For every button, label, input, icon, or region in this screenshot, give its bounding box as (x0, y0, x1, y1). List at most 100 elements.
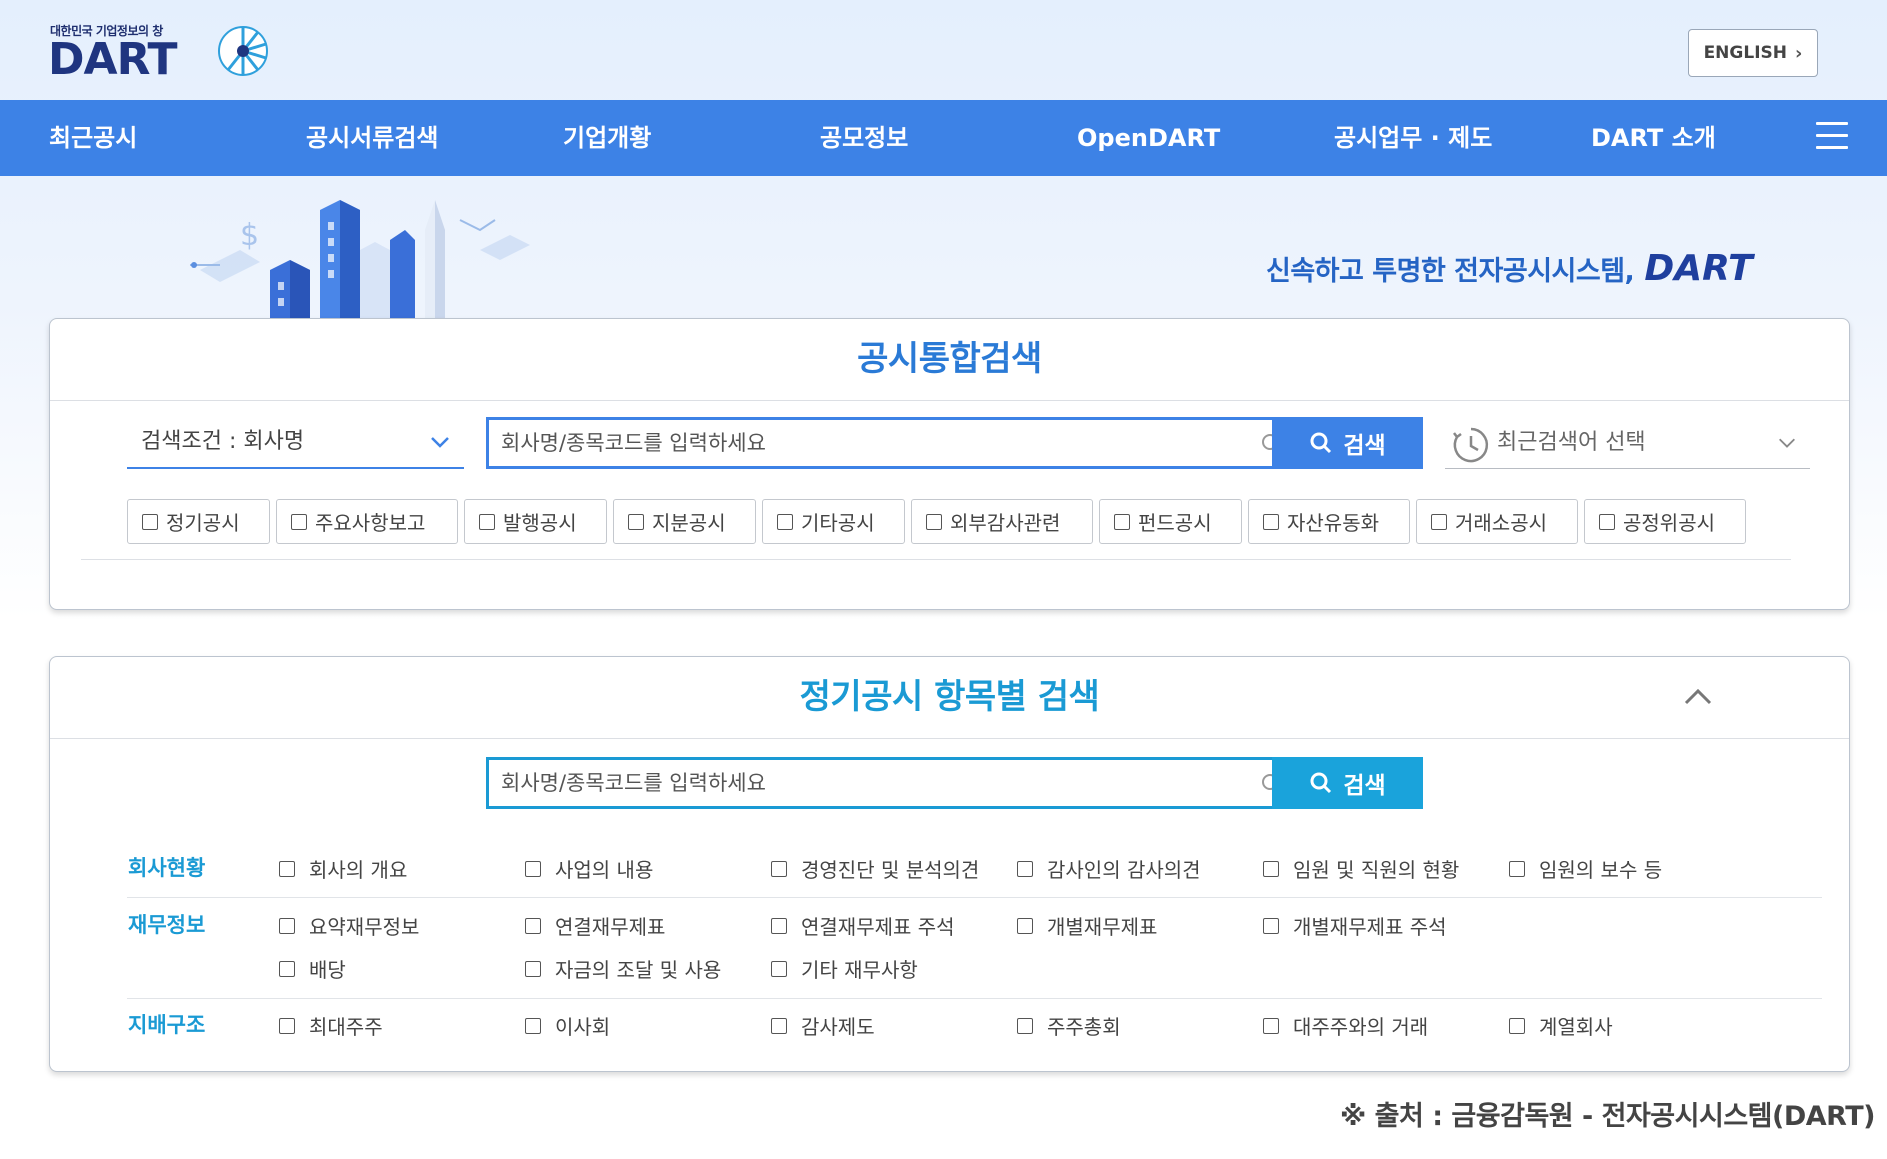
nav-item-about-dart[interactable]: DART 소개 (1591, 100, 1716, 176)
item-major-shareholder-transactions[interactable]: 대주주와의 거래 (1263, 1011, 1428, 1040)
periodic-search-input[interactable] (489, 760, 1298, 806)
checkbox[interactable] (777, 513, 793, 530)
item-mgmt-analysis[interactable]: 경영진단 및 분석의견 (771, 854, 979, 883)
city-buildings-illustration: $ (190, 200, 530, 320)
item-consolidated-fs-notes[interactable]: 연결재무제표 주석 (771, 911, 955, 940)
checkbox[interactable] (279, 960, 295, 977)
checkbox[interactable] (525, 860, 541, 877)
checkbox[interactable] (1509, 1017, 1525, 1034)
item-label: 최대주주 (309, 1015, 383, 1039)
item-other-financial[interactable]: 기타 재무사항 (771, 954, 918, 983)
periodic-search-button[interactable]: 검색 (1272, 757, 1423, 809)
recent-search-select[interactable]: 최근검색어 선택 (1445, 419, 1810, 469)
checkbox[interactable] (1017, 917, 1033, 934)
checkbox[interactable] (926, 513, 942, 530)
item-label: 임원 및 직원의 현황 (1293, 858, 1460, 882)
chip-label: 펀드공시 (1138, 511, 1212, 535)
checkbox[interactable] (142, 513, 158, 530)
item-executive-compensation[interactable]: 임원의 보수 등 (1509, 854, 1662, 883)
chevron-up-icon[interactable] (1680, 679, 1716, 715)
checkbox[interactable] (1017, 1017, 1033, 1034)
item-label: 연결재무제표 (555, 915, 666, 939)
checkbox[interactable] (1017, 860, 1033, 877)
item-audit-system[interactable]: 감사제도 (771, 1011, 875, 1040)
checkbox[interactable] (1263, 860, 1279, 877)
item-summary-financials[interactable]: 요약재무정보 (279, 911, 419, 940)
item-label: 계열회사 (1539, 1015, 1613, 1039)
item-affiliates[interactable]: 계열회사 (1509, 1011, 1613, 1040)
nav-item-document-search[interactable]: 공시서류검색 (306, 100, 438, 176)
filter-chip-ftc[interactable]: 공정위공시 (1584, 499, 1746, 544)
checkbox[interactable] (525, 960, 541, 977)
item-label: 주주총회 (1047, 1015, 1121, 1039)
item-largest-shareholder[interactable]: 최대주주 (279, 1011, 383, 1040)
checkbox[interactable] (1263, 1017, 1279, 1034)
item-shareholders-meeting[interactable]: 주주총회 (1017, 1011, 1121, 1040)
integrated-search-button[interactable]: 검색 (1272, 417, 1423, 469)
checkbox[interactable] (1599, 513, 1615, 530)
item-auditor-opinion[interactable]: 감사인의 감사의견 (1017, 854, 1201, 883)
filter-chip-major-report[interactable]: 주요사항보고 (276, 499, 458, 544)
item-label: 개별재무제표 주석 (1293, 915, 1447, 939)
filter-chip-fund[interactable]: 펀드공시 (1099, 499, 1242, 544)
nav-item-company-overview[interactable]: 기업개황 (563, 100, 651, 176)
filter-chip-other[interactable]: 기타공시 (762, 499, 905, 544)
nav-item-offering-info[interactable]: 공모정보 (820, 100, 908, 176)
checkbox[interactable] (628, 513, 644, 530)
item-label: 연결재무제표 주석 (801, 915, 955, 939)
hamburger-menu-icon[interactable] (1816, 122, 1848, 154)
item-separate-fs-notes[interactable]: 개별재무제표 주석 (1263, 911, 1447, 940)
search-condition-select[interactable]: 검색조건 : 회사명 (127, 419, 464, 469)
checkbox[interactable] (279, 1017, 295, 1034)
nav-item-opendart[interactable]: OpenDART (1077, 100, 1220, 176)
integrated-search-input[interactable] (489, 420, 1298, 466)
filter-chip-equity[interactable]: 지분공시 (613, 499, 756, 544)
item-executives-employees[interactable]: 임원 및 직원의 현황 (1263, 854, 1459, 883)
item-label: 요약재무정보 (309, 915, 420, 939)
checkbox[interactable] (1114, 513, 1130, 530)
checkbox[interactable] (1509, 860, 1525, 877)
item-board[interactable]: 이사회 (525, 1011, 610, 1040)
category-label-company-status: 회사현황 (128, 856, 206, 880)
checkbox[interactable] (525, 917, 541, 934)
checkbox[interactable] (279, 860, 295, 877)
search-button-label: 검색 (1343, 773, 1386, 799)
search-icon (1310, 432, 1332, 454)
checkbox[interactable] (771, 1017, 787, 1034)
english-button[interactable]: ENGLISH › (1688, 29, 1818, 77)
item-separate-fs[interactable]: 개별재무제표 (1017, 911, 1157, 940)
checkbox[interactable] (771, 860, 787, 877)
integrated-search-panel: 공시통합검색 검색조건 : 회사명 검색 최근검색어 선택 정기공시 주요사항보… (49, 318, 1850, 610)
search-button-label: 검색 (1343, 433, 1386, 459)
dart-logo[interactable]: 대한민국 기업정보의 창 DART (48, 20, 268, 85)
item-dividend[interactable]: 배당 (279, 954, 346, 983)
filter-chip-periodic[interactable]: 정기공시 (127, 499, 270, 544)
item-label: 경영진단 및 분석의견 (801, 858, 980, 882)
english-label: ENGLISH (1703, 43, 1787, 63)
checkbox[interactable] (1263, 513, 1279, 530)
filter-chip-issuance[interactable]: 발행공시 (464, 499, 607, 544)
checkbox[interactable] (279, 917, 295, 934)
checkbox[interactable] (1431, 513, 1447, 530)
checkbox[interactable] (1263, 917, 1279, 934)
item-fund-raising-use[interactable]: 자금의 조달 및 사용 (525, 954, 721, 983)
checkbox[interactable] (525, 1017, 541, 1034)
item-label: 자금의 조달 및 사용 (555, 958, 722, 982)
filter-chip-external-audit[interactable]: 외부감사관련 (911, 499, 1093, 544)
filter-chip-exchange[interactable]: 거래소공시 (1416, 499, 1578, 544)
item-company-overview[interactable]: 회사의 개요 (279, 854, 407, 883)
checkbox[interactable] (479, 513, 495, 530)
filter-chip-asset-securitization[interactable]: 자산유동화 (1248, 499, 1410, 544)
history-clock-icon (1453, 427, 1489, 463)
category-label-financial-info: 재무정보 (128, 913, 206, 937)
checkbox[interactable] (771, 960, 787, 977)
item-consolidated-fs[interactable]: 연결재무제표 (525, 911, 665, 940)
search-icon (1310, 772, 1332, 794)
checkbox[interactable] (291, 513, 307, 530)
item-business-content[interactable]: 사업의 내용 (525, 854, 653, 883)
nav-item-disclosure-system[interactable]: 공시업무 · 제도 (1334, 100, 1492, 176)
nav-item-recent-disclosure[interactable]: 최근공시 (49, 100, 137, 176)
periodic-search-title: 정기공시 항목별 검색 (50, 657, 1849, 739)
slogan-text: 신속하고 투명한 전자공시시스템, (1266, 255, 1635, 287)
checkbox[interactable] (771, 917, 787, 934)
